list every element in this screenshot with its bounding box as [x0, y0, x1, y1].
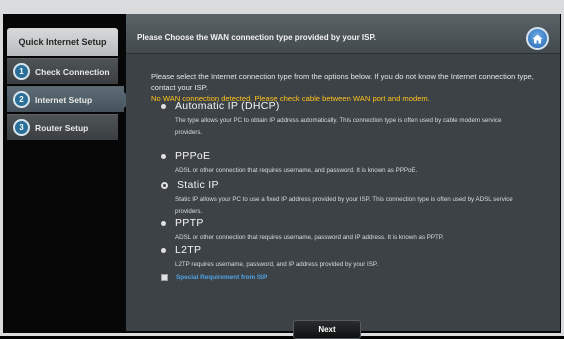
next-button[interactable]: Next	[293, 320, 361, 339]
special-requirement-link[interactable]: Special Requirement from ISP	[176, 274, 267, 281]
sidebar-item-label: Internet Setup	[35, 94, 93, 105]
option-description: L2TP requires username, password, and IP…	[175, 261, 378, 268]
option-static-ip[interactable]: Static IP Static IP allows your PC to us…	[161, 179, 525, 218]
option-pppoe[interactable]: PPPoE ADSL or other connection that requ…	[161, 150, 525, 177]
option-description: ADSL or other connection that requires u…	[175, 234, 444, 241]
sidebar-item-label: Router Setup	[35, 122, 89, 133]
radio-button[interactable]	[161, 103, 166, 109]
option-pptp[interactable]: PPTP ADSL or other connection that requi…	[161, 217, 525, 244]
step-number-badge: 1	[13, 63, 30, 80]
option-description: ADSL or other connection that requires u…	[175, 167, 418, 174]
step-number-badge: 2	[13, 91, 30, 108]
option-label: L2TP	[175, 244, 202, 256]
sidebar-item-check-connection[interactable]: 1 Check Connection	[7, 58, 118, 84]
home-button[interactable]	[526, 27, 549, 50]
sidebar: Quick Internet Setup 1 Check Connection …	[7, 28, 132, 140]
option-label: PPTP	[175, 217, 204, 229]
main-header: Please Choose the WAN connection type pr…	[126, 14, 560, 54]
intro-paragraph: Please select the Internet connection ty…	[151, 72, 534, 92]
step-number-badge: 3	[13, 119, 30, 136]
option-dhcp[interactable]: Automatic IP (DHCP) The type allows your…	[161, 100, 525, 139]
radio-button[interactable]	[161, 220, 166, 226]
page-title: Please Choose the WAN connection type pr…	[137, 33, 377, 42]
sidebar-item-router-setup[interactable]: 3 Router Setup	[7, 114, 118, 140]
option-description: Static IP allows your PC to use a fixed …	[175, 196, 513, 215]
option-l2tp[interactable]: L2TP L2TP requires username, password, a…	[161, 244, 525, 271]
main-panel: Please Choose the WAN connection type pr…	[126, 14, 560, 339]
radio-button[interactable]	[161, 247, 166, 253]
checkbox[interactable]	[161, 274, 168, 281]
option-description: The type allows your PC to obtain IP add…	[175, 117, 502, 136]
radio-button[interactable]	[161, 153, 166, 159]
sidebar-title: Quick Internet Setup	[7, 28, 118, 56]
special-requirement-option[interactable]: Special Requirement from ISP	[161, 274, 267, 281]
option-label: Automatic IP (DHCP)	[175, 100, 280, 112]
radio-button[interactable]	[161, 181, 168, 189]
sidebar-item-internet-setup[interactable]: 2 Internet Setup	[7, 86, 132, 112]
home-icon	[532, 34, 543, 43]
sidebar-item-label: Check Connection	[35, 66, 110, 77]
option-label: PPPoE	[175, 150, 211, 162]
option-label: Static IP	[177, 179, 219, 191]
